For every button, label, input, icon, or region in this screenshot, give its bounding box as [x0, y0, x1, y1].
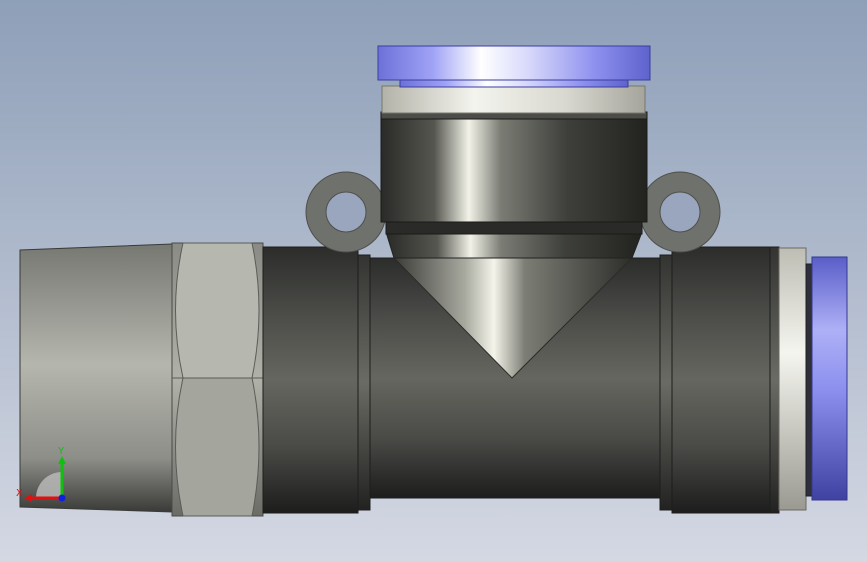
right-release-collar	[811, 256, 848, 501]
cad-viewport[interactable]: X Y	[0, 0, 867, 562]
right-mounting-ear	[639, 171, 721, 253]
triad-y-label: Y	[57, 446, 65, 457]
triad-x-label: X	[16, 488, 23, 499]
left-mounting-ear	[305, 171, 387, 253]
left-threaded-end	[19, 243, 173, 513]
top-release-collar	[377, 45, 651, 81]
right-silver-ring	[778, 247, 807, 511]
cad-scene: X Y	[0, 0, 867, 562]
hex-nut	[171, 242, 264, 517]
triad-z-axis	[58, 494, 66, 502]
top-silver-ring	[381, 85, 646, 114]
